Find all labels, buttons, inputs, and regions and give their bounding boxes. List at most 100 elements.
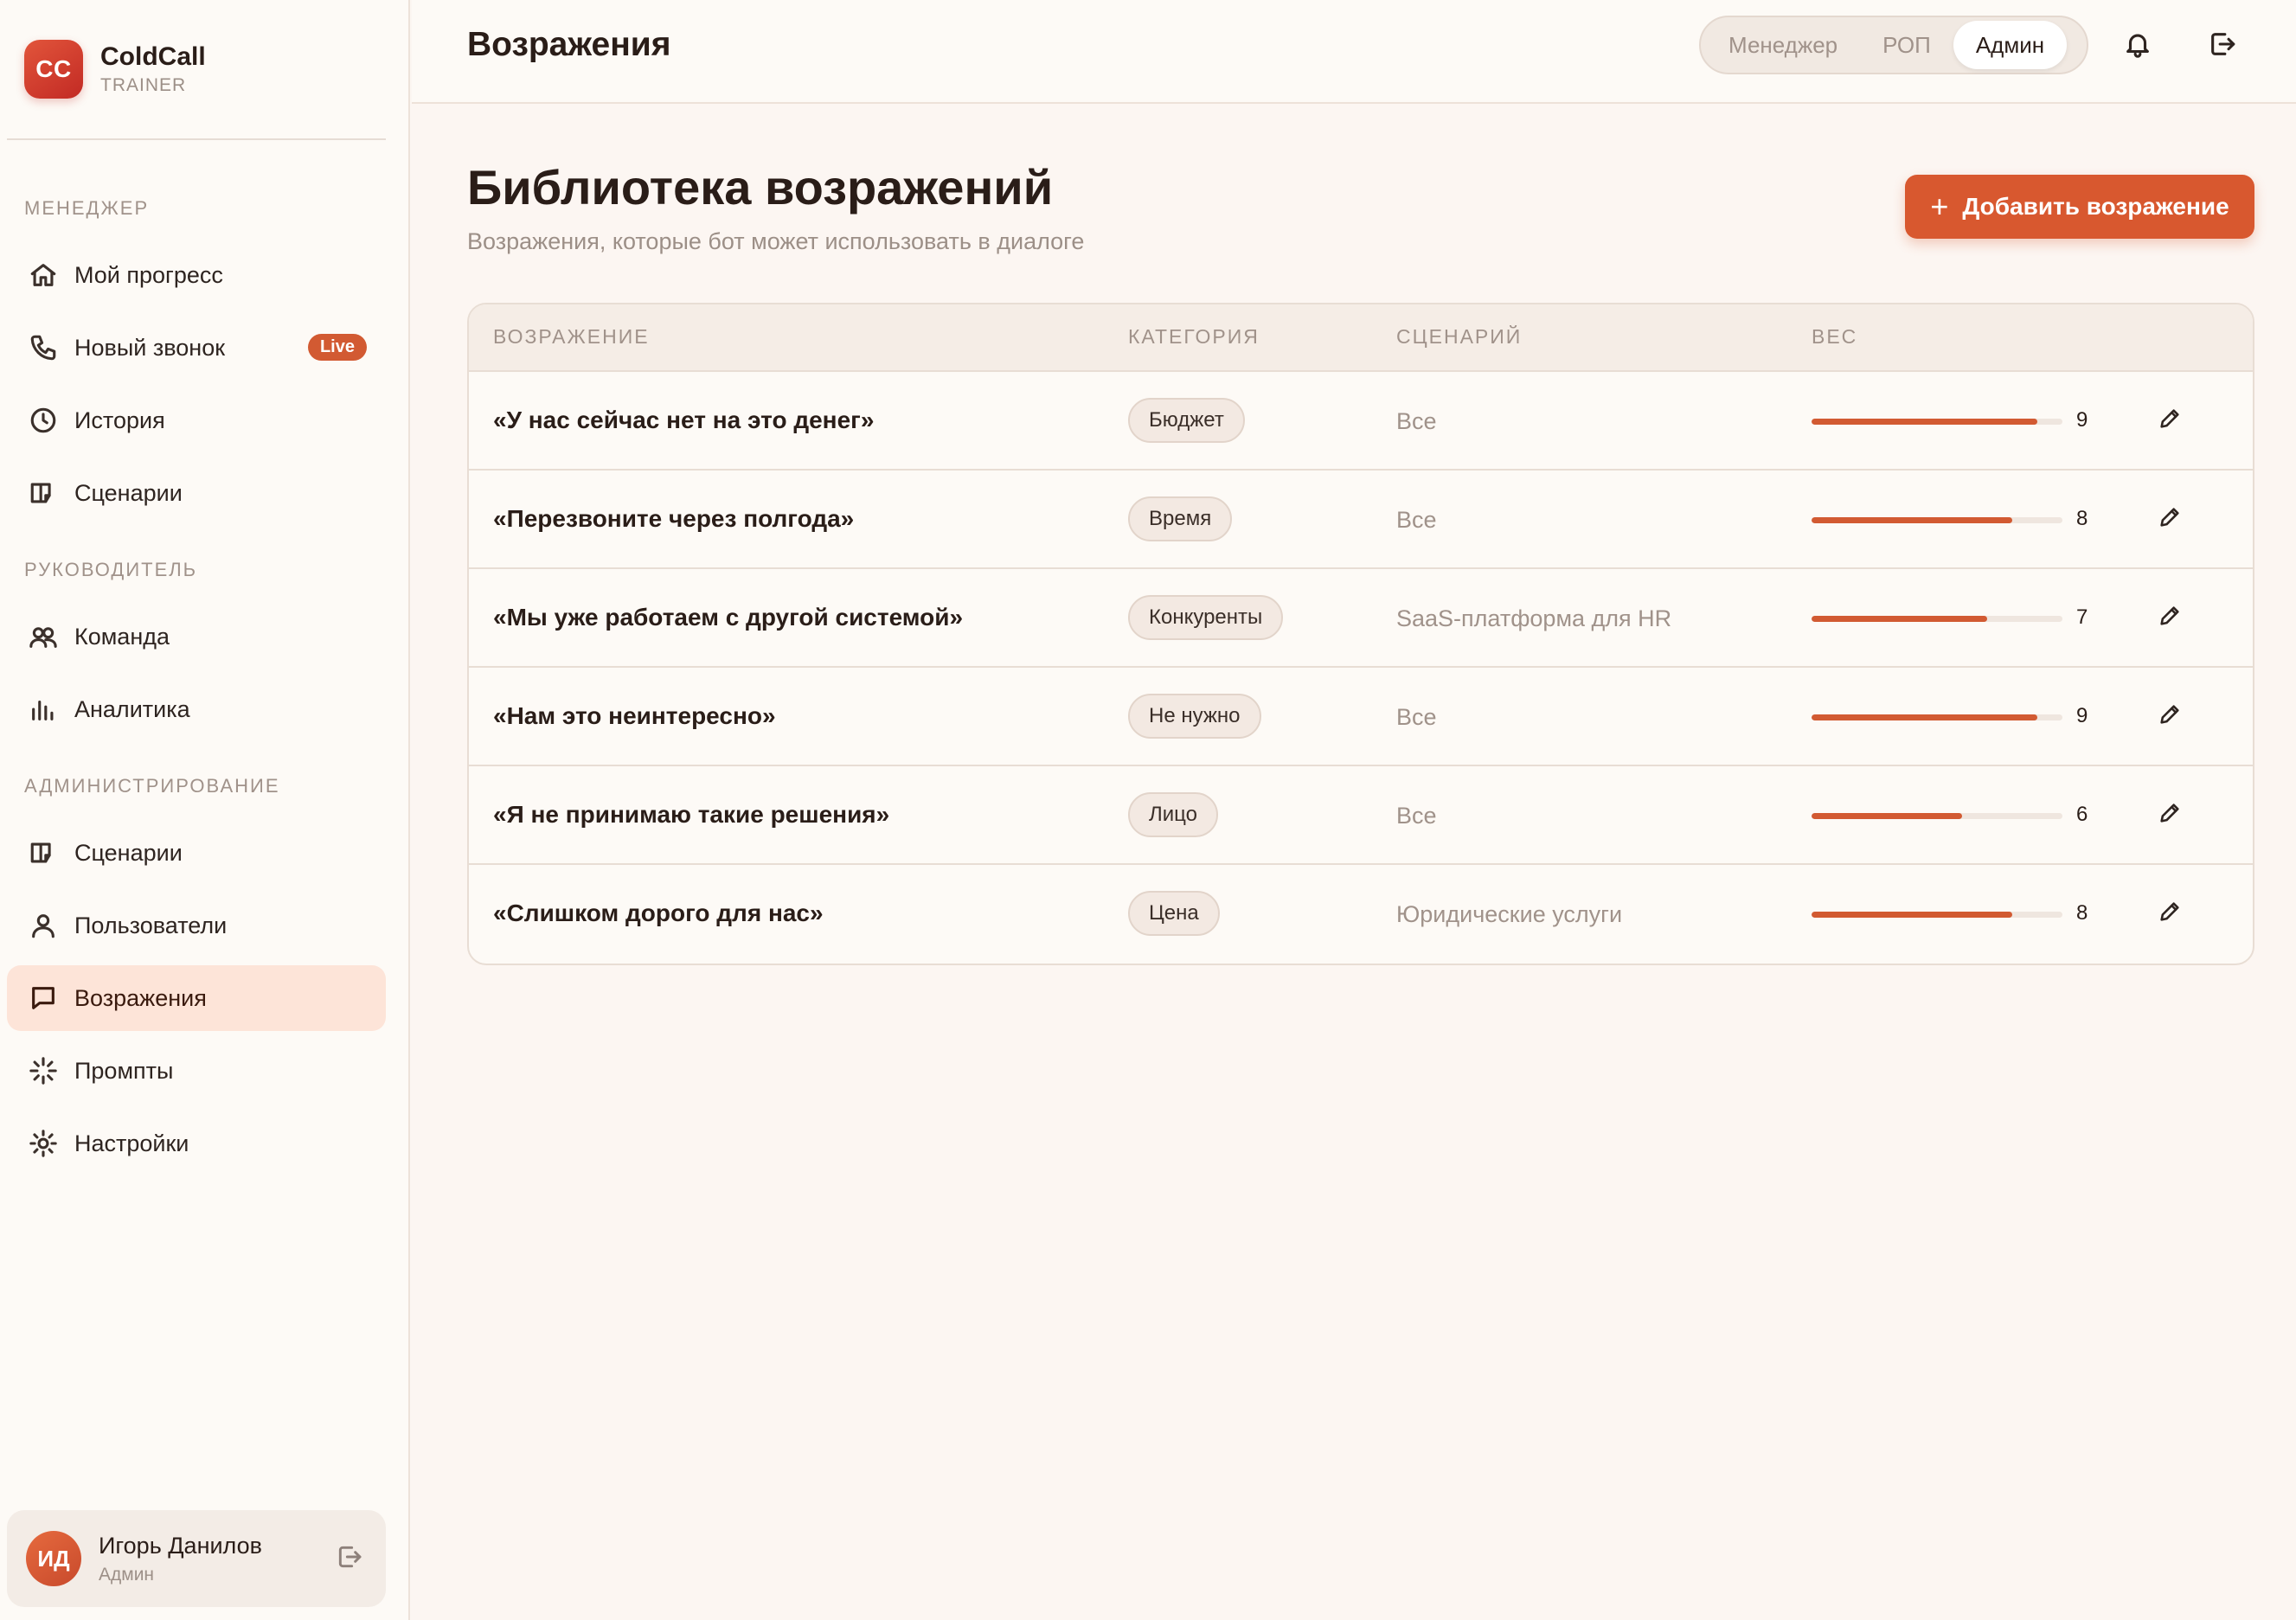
scenario-text: Все [1396,507,1437,533]
sidebar-item-analytics[interactable]: Аналитика [7,676,386,742]
page-heading: Библиотека возражений Возражения, которы… [467,159,1084,255]
user-role: Админ [99,1564,155,1585]
clock-icon [26,403,61,438]
table-header: ВОЗРАЖЕНИЕ КАТЕГОРИЯ СЦЕНАРИЙ ВЕС [469,304,2253,372]
sidebar-item-label: Команда [74,623,170,650]
sidebar: CC ColdCall TRAINER МЕНЕДЖЕР Мой прогрес… [0,0,410,1620]
message-icon [26,981,61,1015]
brand-subtitle: TRAINER [100,75,187,95]
sidebar-item-label: Настройки [74,1130,189,1156]
objections-table: ВОЗРАЖЕНИЕ КАТЕГОРИЯ СЦЕНАРИЙ ВЕС «У нас… [467,303,2254,965]
edit-icon[interactable] [2158,702,2184,728]
role-rop-button[interactable]: РОП [1860,21,1953,69]
role-manager-button[interactable]: Менеджер [1706,21,1860,69]
bar-chart-icon [26,692,61,727]
sidebar-item-label: Сценарии [74,839,183,866]
objection-text: «Мы уже работаем с другой системой» [493,604,964,631]
column-scenario[interactable]: СЦЕНАРИЙ [1396,325,1522,349]
weight-value: 6 [2076,803,2088,826]
weight-bar-fill [1812,813,1962,819]
sidebar-item-label: Промпты [74,1057,174,1084]
plus-icon: + [1930,189,1949,224]
sidebar-item-settings[interactable]: Настройки [7,1111,386,1176]
edit-icon[interactable] [2158,604,2184,630]
weight-bar-fill [1812,714,2037,720]
column-category[interactable]: КАТЕГОРИЯ [1128,325,1260,349]
sidebar-item-label: Возражения [74,984,207,1011]
sidebar-item-admin-scenarios[interactable]: Сценарии [7,820,386,886]
logout-icon[interactable] [2208,29,2239,61]
table-row[interactable]: «Слишком дорого для нас» Цена Юридические … [469,865,2253,964]
sidebar-item-label: Пользователи [74,912,228,938]
weight-bar-fill [1812,419,2037,425]
live-badge: Live [307,334,367,361]
weight-value: 8 [2076,901,2088,925]
weight-bar [1812,813,2062,819]
objection-text: «Перезвоните через полгода» [493,505,855,532]
table-row[interactable]: «Я не принимаю такие решения» Лицо Все 6 [469,766,2253,865]
weight-bar [1812,912,2062,918]
objection-text: «Я не принимаю такие решения» [493,801,890,828]
weight-bar [1812,714,2062,720]
sidebar-item-scenarios[interactable]: Сценарии [7,460,386,526]
scenario-text: Все [1396,803,1437,829]
sidebar-item-label: Новый звонок [74,334,226,361]
topbar: Возражения Менеджер РОП Админ [412,0,2296,104]
table-row[interactable]: «У нас сейчас нет на это денег» Бюджет Все… [469,372,2253,471]
logout-icon[interactable] [336,1543,367,1574]
book-icon [26,476,61,510]
table-row[interactable]: «Перезвоните через полгода» Время Все 8 [469,471,2253,569]
nav-section-admin: АДМИНИСТРИРОВАНИЕ [24,775,280,797]
weight-bar-fill [1812,616,1987,622]
sidebar-item-history[interactable]: История [7,387,386,453]
category-chip: Время [1128,496,1233,541]
weight-bar-fill [1812,517,2012,523]
edit-icon[interactable] [2158,407,2184,432]
sidebar-item-objections[interactable]: Возражения [7,965,386,1031]
user-icon [26,908,61,943]
nav-section-head: РУКОВОДИТЕЛЬ [24,559,198,580]
weight-value: 9 [2076,704,2088,727]
add-objection-label: Добавить возражение [1962,193,2229,220]
add-objection-button[interactable]: + Добавить возражение [1905,175,2254,239]
weight-value: 8 [2076,507,2088,530]
edit-icon[interactable] [2158,900,2184,925]
user-name: Игорь Данилов [99,1532,262,1559]
user-card[interactable]: ИД Игорь Данилов Админ [7,1510,386,1607]
role-admin-button[interactable]: Админ [1953,21,2068,69]
sidebar-item-label: Сценарии [74,479,183,506]
sidebar-item-users[interactable]: Пользователи [7,893,386,958]
column-weight[interactable]: ВЕС [1812,325,1857,349]
category-chip: Не нужно [1128,694,1261,739]
scenario-text: Все [1396,408,1437,434]
sidebar-item-team[interactable]: Команда [7,604,386,669]
sparkle-icon [26,1053,61,1088]
brand[interactable]: CC ColdCall TRAINER [24,40,206,99]
column-objection[interactable]: ВОЗРАЖЕНИЕ [493,325,650,349]
sidebar-item-my-progress[interactable]: Мой прогресс [7,242,386,308]
scenario-text: Юридические услуги [1396,901,1623,927]
sidebar-item-prompts[interactable]: Промпты [7,1038,386,1104]
weight-value: 7 [2076,605,2088,629]
objection-text: «Слишком дорого для нас» [493,900,824,926]
edit-icon[interactable] [2158,505,2184,531]
brand-name: ColdCall [100,42,206,71]
nav-section-manager: МЕНЕДЖЕР [24,197,150,219]
avatar: ИД [26,1531,81,1586]
users-icon [26,619,61,654]
scenario-text: Все [1396,704,1437,730]
bell-icon[interactable] [2123,29,2154,61]
edit-icon[interactable] [2158,801,2184,827]
sidebar-item-new-call[interactable]: Новый звонок Live [7,315,386,381]
weight-bar [1812,517,2062,523]
brand-logo: CC [24,40,83,99]
table-row[interactable]: «Мы уже работаем с другой системой» Конку… [469,569,2253,668]
weight-bar [1812,616,2062,622]
role-switch: Менеджер РОП Админ [1699,16,2088,74]
table-row[interactable]: «Нам это неинтересно» Не нужно Все 9 [469,668,2253,766]
sun-gear-icon [26,1126,61,1161]
page-subtitle: Возражения, которые бот может использова… [467,228,1085,254]
weight-value: 9 [2076,408,2088,432]
category-chip: Лицо [1128,792,1218,837]
page-title: Библиотека возражений [467,160,1054,215]
